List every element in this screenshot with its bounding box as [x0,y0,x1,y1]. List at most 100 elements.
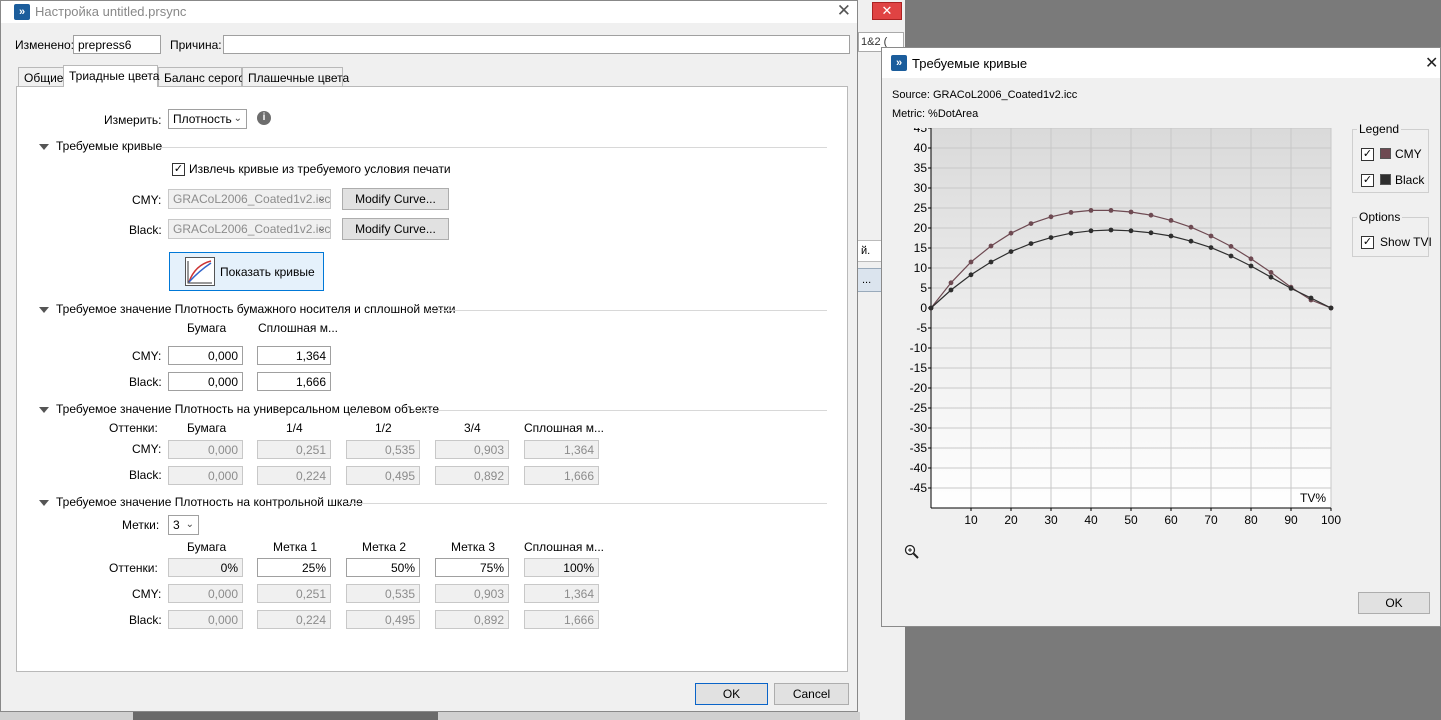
background-taskbar-segment [133,712,438,720]
cancel-button[interactable]: Cancel [774,683,849,705]
collapse-triangle-icon[interactable] [39,500,49,506]
tint-patch-1-field[interactable]: 25% [257,558,331,577]
close-icon[interactable]: ✕ [1425,53,1438,73]
y-tick-label: -20 [910,381,928,395]
data-point-black [1008,249,1014,254]
background-taskbar [0,712,860,720]
required-curves-dialog: » Требуемые кривые ✕ Source: GRACoL2006_… [881,47,1441,627]
tab-general[interactable]: Общие [18,67,64,87]
cmy-curve-select[interactable]: GRACoL2006_Coated1v2.icc ⌄ [168,189,331,209]
background-close-icon[interactable]: ✕ [872,2,902,20]
cs-cmy-value: 0,251 [257,584,331,603]
tab-panel: Измерить: Плотность ⌄ i Требуемые кривые … [16,86,848,672]
data-point-cmy [968,259,974,265]
legend-black-swatch [1380,174,1391,185]
black-solid-density[interactable]: 1,666 [257,372,331,391]
x-tick-label: 30 [1044,513,1058,527]
collapse-triangle-icon[interactable] [39,307,49,313]
chevron-down-icon: ⌄ [233,113,242,124]
data-point-black [1168,233,1174,239]
chevron-down-icon: ⌄ [317,193,326,204]
x-tick-label: 40 [1084,513,1098,527]
legend-group: Legend ✓ CMY ✓ Black [1352,122,1429,193]
ut-black-value: 1,666 [524,466,599,485]
row-label-black: Black: [129,375,162,389]
y-tick-label: -5 [916,321,927,335]
cs-cmy-value: 1,364 [524,584,599,603]
data-point-black [948,287,954,293]
curves-ok-button[interactable]: OK [1358,592,1430,614]
data-point-black [988,259,994,265]
cs-cmy-value: 0,535 [346,584,420,603]
x-tick-label: 80 [1244,513,1258,527]
close-icon[interactable]: ✕ [837,2,851,20]
data-point-cmy [1108,208,1114,213]
zoom-in-icon[interactable] [904,544,920,560]
y-tick-label: -10 [910,341,928,355]
reason-label: Причина: [170,38,222,52]
data-point-cmy [1048,214,1054,220]
col-header-patch-1: Метка 1 [273,540,318,554]
cmy-paper-density[interactable]: 0,000 [168,346,243,365]
changed-label: Изменено: [15,38,74,52]
ut-cmy-value: 0,903 [435,440,509,459]
show-curves-button[interactable]: Показать кривые [169,252,324,291]
ok-button[interactable]: OK [695,683,768,705]
show-curves-label: Показать кривые [220,265,315,279]
options-group: Options ✓ Show TVI [1352,210,1432,257]
y-tick-label: -40 [910,461,928,475]
y-tick-label: 25 [914,201,928,215]
info-icon[interactable]: i [257,111,271,125]
section-title-universal-target: Требуемое значение Плотность на универса… [56,402,440,416]
legend-black-label: Black [1395,173,1425,187]
extract-curves-label: Извлечь кривые из требуемого условия печ… [189,162,451,176]
cmy-solid-density[interactable]: 1,364 [257,346,331,365]
changed-input[interactable]: prepress6 [73,35,161,54]
reason-input[interactable] [223,35,850,54]
show-tvi-checkbox[interactable]: ✓ [1361,236,1374,249]
cmy-curve-value: GRACoL2006_Coated1v2.icc [173,192,331,206]
legend-cmy-checkbox[interactable]: ✓ [1361,148,1374,161]
ut-cmy-value: 0,000 [168,440,243,459]
data-point-black [1208,245,1214,250]
col-header-solid: Сплошная м... [524,421,604,435]
tint-patch-3-field[interactable]: 75% [435,558,509,577]
section-title-paper-solid: Требуемое значение Плотность бумажного н… [56,302,456,316]
data-point-cmy [1248,256,1254,262]
tint-solid-field: 100% [524,558,599,577]
measure-value: Плотность [173,112,232,126]
x-tick-label: 20 [1004,513,1018,527]
data-point-black [1068,230,1074,236]
row-label-cmy: CMY: [132,587,162,601]
tab-spot-colors[interactable]: Плашечные цвета [242,67,349,87]
modify-cmy-curve-button[interactable]: Modify Curve... [342,188,449,210]
collapse-triangle-icon[interactable] [39,144,49,150]
black-paper-density[interactable]: 0,000 [168,372,243,391]
tint-patch-2-field[interactable]: 50% [346,558,420,577]
col-header-patch-3: Метка 3 [451,540,496,554]
tab-process-colors[interactable]: Триадные цвета [63,65,159,87]
col-header-three-quarter: 3/4 [464,421,481,435]
legend-black-checkbox[interactable]: ✓ [1361,174,1374,187]
y-tick-label: 45 [914,128,928,135]
ut-black-value: 0,495 [346,466,420,485]
tints-row-label: Оттенки: [109,561,158,575]
patches-select[interactable]: 3 ⌄ [168,515,199,535]
modify-black-curve-button[interactable]: Modify Curve... [342,218,449,240]
col-header-paper: Бумага [187,321,227,335]
y-tick-label: -15 [910,361,928,375]
data-point-black [968,272,974,278]
collapse-triangle-icon[interactable] [39,407,49,413]
tab-gray-balance[interactable]: Баланс серого [158,67,245,87]
data-point-cmy [1068,210,1074,215]
y-tick-label: 15 [914,241,928,255]
ut-cmy-value: 0,535 [346,440,420,459]
y-tick-label: -30 [910,421,928,435]
measure-select[interactable]: Плотность ⌄ [168,109,247,129]
col-header-solid: Сплошная м... [524,540,604,554]
black-curve-select[interactable]: GRACoL2006_Coated1v2.icc ⌄ [168,219,331,239]
extract-curves-checkbox[interactable]: ✓ [172,163,185,176]
row-label-cmy: CMY: [132,442,162,456]
ut-black-value: 0,000 [168,466,243,485]
measure-label: Измерить: [104,113,162,127]
